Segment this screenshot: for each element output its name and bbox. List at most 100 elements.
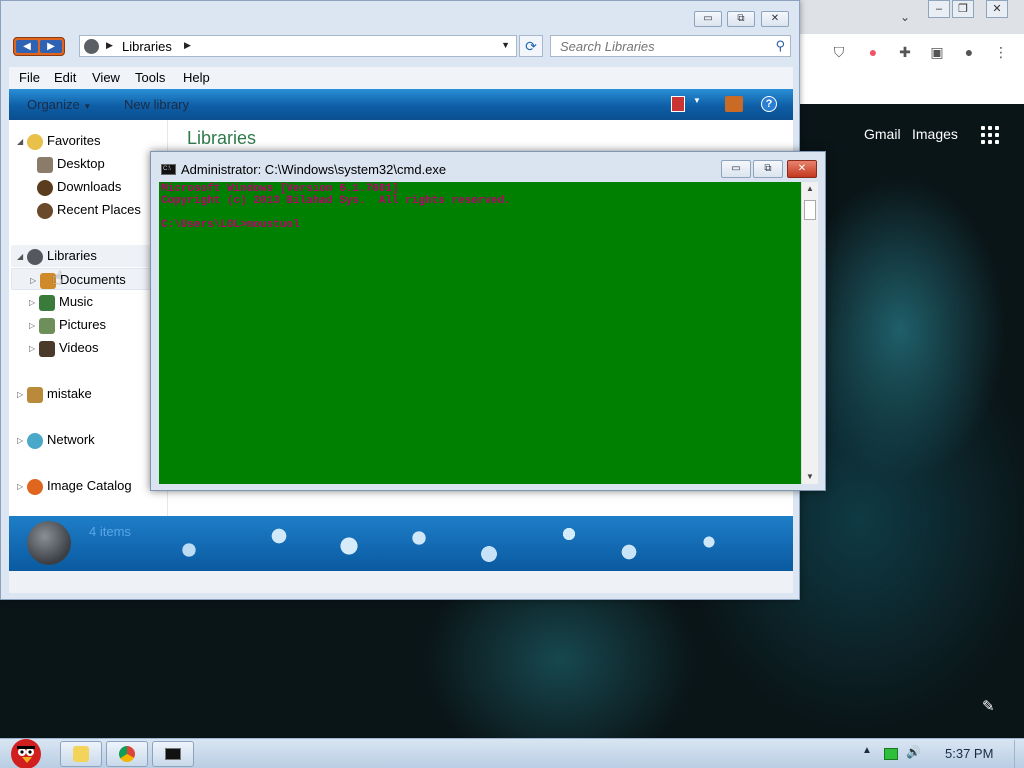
search-icon[interactable]: ⚲ [775,38,785,54]
chrome-window: ⌄ – ❐ ✕ ⛉ ● ✚ ▣ ● ⋮ [790,0,1024,104]
breadcrumb-libraries[interactable]: Libraries [122,39,172,54]
console-output[interactable]: Microsoft Windows [Version 6.1.7601] Copy… [159,182,801,484]
breadcrumb-arrow-icon[interactable]: ▶ [184,40,191,51]
scroll-thumb[interactable] [804,200,816,220]
taskbar-explorer-button[interactable] [60,741,102,767]
scroll-up-icon[interactable]: ▲ [802,182,818,196]
nav-pictures[interactable]: ▷ Pictures [29,317,106,334]
nav-image-catalog-label: Image Catalog [47,478,132,493]
menu-file[interactable]: File [19,70,40,85]
nav-libraries[interactable]: ◢ Libraries [11,245,161,267]
chrome-minimize-button[interactable]: – [928,0,950,18]
nav-videos[interactable]: ▷ Videos [29,340,99,357]
expand-icon[interactable]: ▷ [17,436,27,445]
status-bar [9,571,793,593]
preview-pane-icon[interactable] [725,96,743,112]
address-bar[interactable]: ▶ Libraries ▶ ▼ [79,35,517,57]
menu-tools[interactable]: Tools [135,70,165,85]
taskbar-cmd-button[interactable] [152,741,194,767]
expand-icon[interactable]: ▷ [29,321,39,330]
help-icon[interactable]: ? [761,96,777,112]
chrome-menu-icon[interactable]: ⋮ [992,43,1010,61]
videos-icon [39,340,55,357]
network-status-icon[interactable] [884,748,898,760]
expand-icon[interactable]: ▷ [29,298,39,307]
clock[interactable]: 5:37 PM [945,746,993,761]
show-hidden-icons-icon[interactable]: ▲ [862,745,872,756]
gmail-link[interactable]: Gmail [864,126,901,142]
collapse-icon[interactable]: ◢ [17,137,27,146]
libraries-icon [84,39,99,54]
console-line: Microsoft Windows [Version 6.1.7601] [161,183,399,195]
expand-icon[interactable]: ▷ [29,344,39,353]
expand-icon[interactable]: ▷ [17,482,27,491]
customize-pencil-icon[interactable]: ✎ [982,697,995,715]
volume-icon[interactable]: 🔊 [906,745,921,759]
nav-music-label: Music [59,294,93,309]
nav-favorites-label: Favorites [47,133,101,148]
nav-image-catalog[interactable]: ▷ Image Catalog [17,478,132,495]
expand-icon[interactable]: ▷ [30,276,40,285]
library-disc-icon [27,521,71,565]
scroll-down-icon[interactable]: ▼ [802,470,818,484]
extensions-puzzle-icon[interactable]: ✚ [896,43,914,61]
nav-desktop[interactable]: Desktop [37,156,105,173]
chrome-restore-button[interactable]: ❐ [952,0,974,18]
search-box[interactable]: ⚲ [550,35,791,57]
image-catalog-icon [27,478,43,495]
nav-recent-places[interactable]: Recent Places [37,202,141,219]
nav-documents[interactable]: ▷ Documents [11,268,161,290]
breadcrumb-arrow-icon[interactable]: ▶ [106,40,113,51]
menu-edit[interactable]: Edit [54,70,76,85]
downloads-icon [37,179,53,196]
libraries-icon [27,248,43,265]
menu-help[interactable]: Help [183,70,210,85]
cmd-maximize-button[interactable]: ⧉ [753,160,783,178]
taskbar-chrome-button[interactable] [106,741,148,767]
nav-favorites[interactable]: ◢ Favorites [17,133,100,150]
nav-downloads-label: Downloads [57,179,122,194]
view-options-icon[interactable] [671,96,685,112]
images-link[interactable]: Images [912,126,958,142]
back-button[interactable]: ◀ [16,40,38,53]
address-dropdown-icon[interactable]: ▼ [501,40,510,50]
cmd-minimize-button[interactable]: ▭ [721,160,751,178]
chrome-icon [119,746,135,762]
extension-flag-icon[interactable]: ● [864,43,882,61]
view-dropdown-icon[interactable]: ▼ [693,96,701,112]
nav-downloads[interactable]: Downloads [37,179,121,196]
nav-music[interactable]: ▷ Music [29,294,93,311]
side-panel-icon[interactable]: ▣ [928,43,946,61]
explorer-maximize-button[interactable]: ⧉ [727,11,755,27]
ublock-icon[interactable]: ⛉ [830,43,848,61]
explorer-close-button[interactable]: ✕ [761,11,789,27]
nav-desktop-label: Desktop [57,156,105,171]
cmd-scrollbar[interactable]: ▲ ▼ [801,182,818,484]
profile-avatar-icon[interactable]: ● [960,43,978,61]
refresh-button[interactable]: ⟳ [519,35,543,57]
collapse-icon[interactable]: ◢ [17,252,27,261]
cmd-title: Administrator: C:\Windows\system32\cmd.e… [181,162,447,177]
command-bar: Organize ▼ New library ▼ ? [9,89,793,120]
google-apps-icon[interactable] [981,126,999,144]
navigation-pane: ◢ Favorites Desktop Downloads Recent Plac… [9,120,167,516]
menu-view[interactable]: View [92,70,120,85]
nav-mistake[interactable]: ▷ mistake [17,386,92,403]
desktop-icon [37,156,53,173]
chevron-down-icon[interactable]: ⌄ [900,10,910,24]
new-library-button[interactable]: New library [124,97,189,112]
nav-network[interactable]: ▷ Network [17,432,95,449]
search-input[interactable] [560,36,770,56]
expand-icon[interactable]: ▷ [17,390,27,399]
console-prompt-line: C:\Users\LOL>moustuol [161,219,300,231]
forward-button[interactable]: ▶ [40,40,62,53]
nav-videos-label: Videos [59,340,99,355]
organize-button[interactable]: Organize ▼ [27,97,91,112]
chrome-close-button[interactable]: ✕ [986,0,1008,18]
start-button[interactable] [2,732,50,768]
explorer-minimize-button[interactable]: ▭ [694,11,722,27]
hand-cursor-icon: ☝ [52,268,63,288]
network-icon [27,432,43,449]
show-desktop-button[interactable] [1014,740,1024,768]
cmd-close-button[interactable]: ✕ [787,160,817,178]
